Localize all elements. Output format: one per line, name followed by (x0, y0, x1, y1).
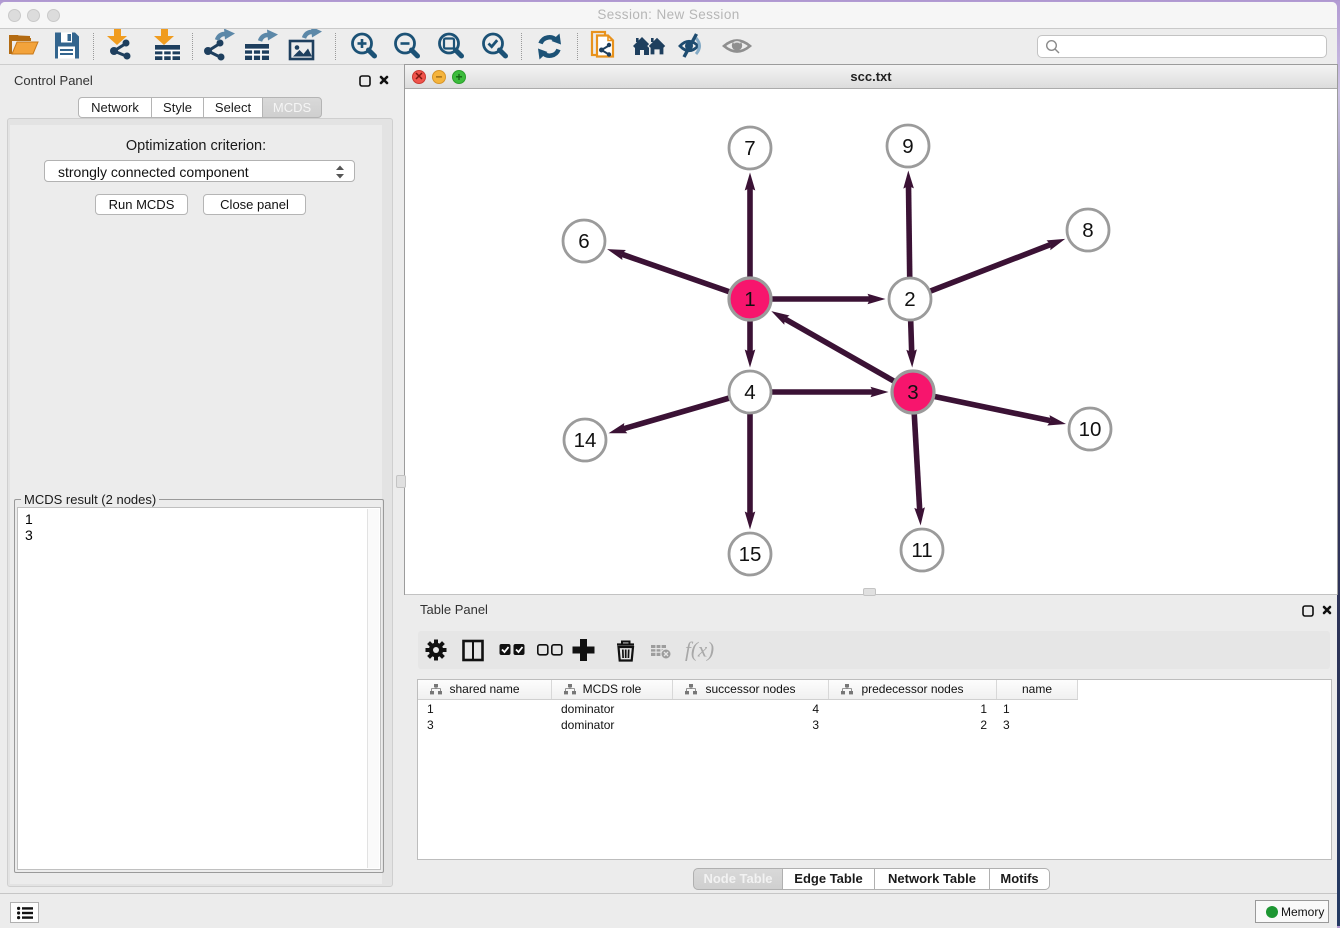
svg-text:4: 4 (744, 381, 755, 404)
svg-text:6: 6 (578, 230, 589, 253)
svg-text:2: 2 (904, 288, 915, 311)
svg-text:f(x): f(x) (685, 639, 714, 662)
svg-text:15: 15 (739, 543, 762, 566)
svg-text:11: 11 (911, 539, 932, 562)
svg-text:10: 10 (1079, 418, 1102, 441)
svg-text:14: 14 (574, 429, 597, 452)
svg-text:8: 8 (1082, 219, 1093, 242)
svg-text:1: 1 (744, 288, 755, 311)
svg-text:7: 7 (744, 137, 755, 160)
svg-text:3: 3 (907, 381, 918, 404)
svg-text:9: 9 (902, 135, 913, 158)
